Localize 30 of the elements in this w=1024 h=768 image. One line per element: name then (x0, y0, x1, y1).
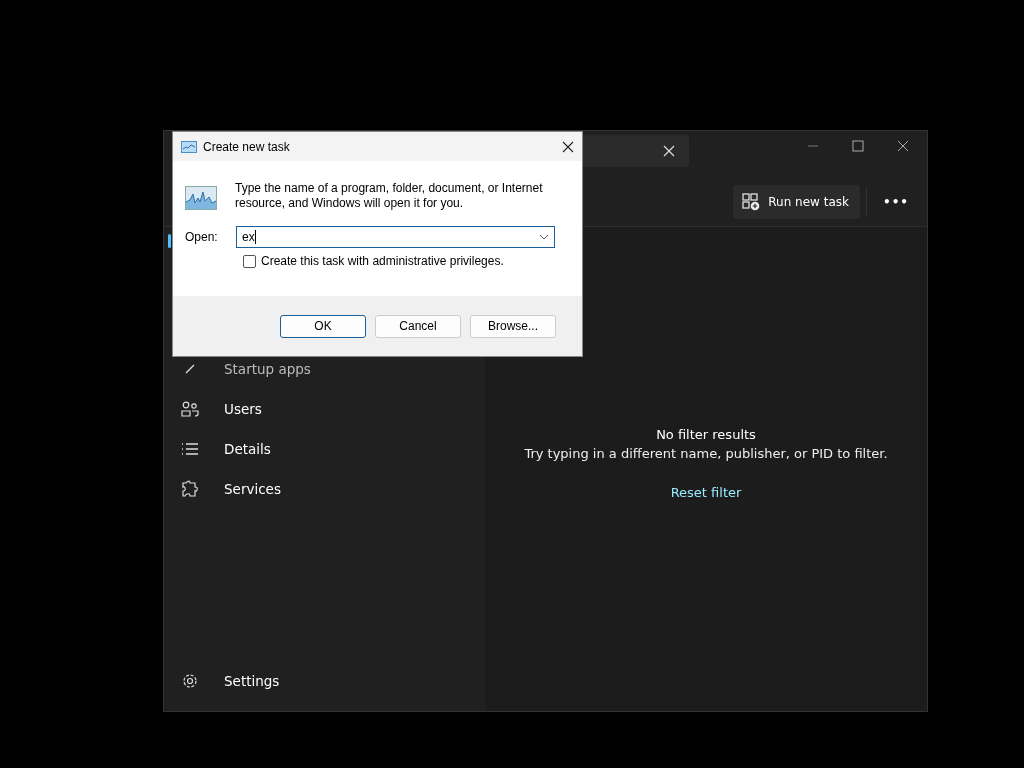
dialog-description: Type the name of a program, folder, document, or Internet resource, and Windows will open it for you. (235, 181, 544, 211)
reset-filter-link[interactable]: Reset filter (670, 485, 742, 500)
empty-message: Try typing in a different name, publisher, or PID to filter. (524, 446, 888, 461)
close-icon[interactable] (897, 139, 909, 152)
ok-button[interactable]: OK (280, 314, 366, 338)
sidebar-item[interactable]: Services (168, 469, 485, 509)
run-new-task-button[interactable]: Run new task (733, 185, 860, 219)
empty-title: No filter results (656, 427, 756, 442)
chart-icon (185, 186, 217, 210)
sidebar-item[interactable]: Details (168, 429, 485, 469)
app-icon (181, 140, 197, 153)
cancel-button[interactable]: Cancel (375, 314, 461, 338)
maximize-icon[interactable] (852, 139, 864, 152)
users-icon (180, 401, 200, 417)
more-button[interactable]: ••• (879, 193, 913, 211)
settings-item[interactable]: Settings (168, 661, 485, 701)
sidebar-item[interactable]: Users (168, 389, 485, 429)
browse-button[interactable]: Browse... (470, 314, 556, 338)
open-label: Open: (185, 230, 219, 244)
dialog-title: Create new task (203, 139, 290, 154)
sidebar-item[interactable]: Startup apps (168, 349, 485, 389)
checkbox[interactable] (243, 254, 256, 268)
open-combo-box[interactable]: ex (236, 226, 555, 248)
clear-icon[interactable] (663, 144, 675, 157)
add-task-icon (742, 193, 761, 211)
list-icon (180, 442, 200, 456)
settings-icon (180, 673, 200, 689)
puzzle-icon (180, 480, 200, 498)
checkbox-label: Create this task with administrative privileges. (261, 254, 504, 268)
close-icon[interactable] (562, 140, 574, 153)
